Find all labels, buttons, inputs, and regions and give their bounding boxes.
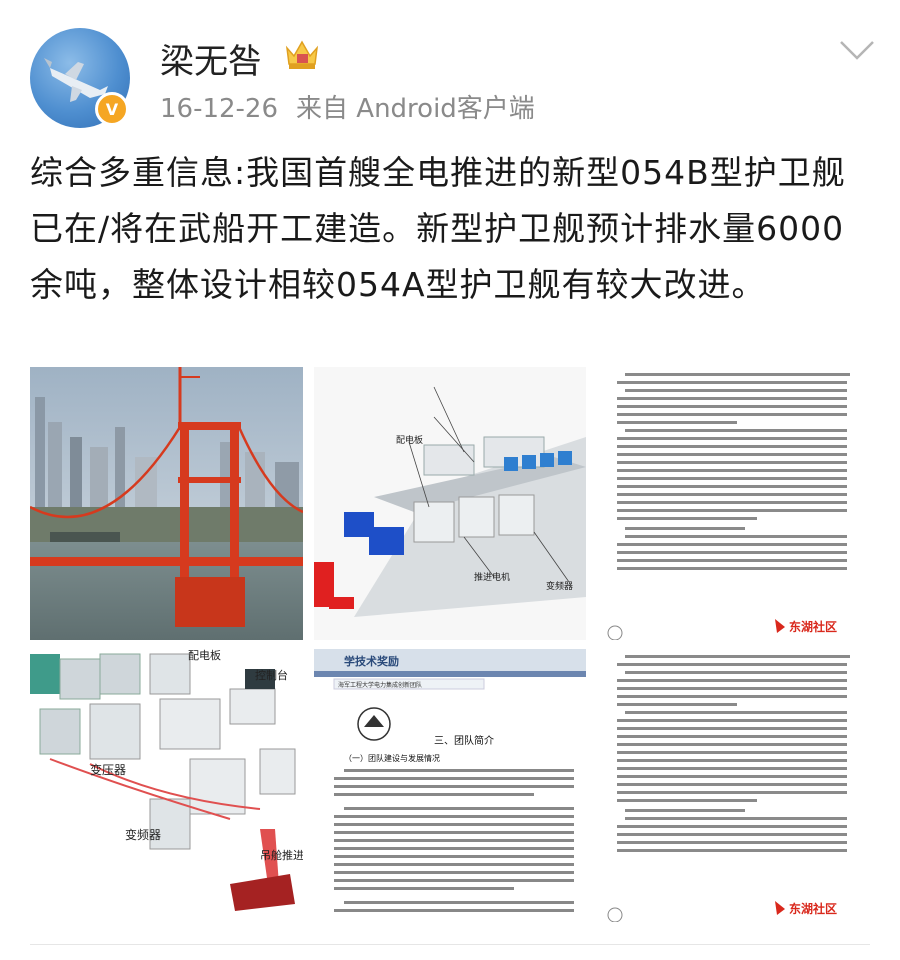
post-date: 16-12-26 xyxy=(160,94,279,124)
doc-subheader: 海军工程大学电力集成创新团队 xyxy=(338,681,422,689)
label-switchboard: 配电板 xyxy=(188,649,221,662)
username[interactable]: 梁无咎 xyxy=(160,34,262,83)
post-text: 综合多重信息:我国首艘全电推进的新型054B型护卫舰已在/将在武船开工建造。新型… xyxy=(30,153,846,304)
doc-header: 学技术奖励 xyxy=(344,654,399,668)
diagram-label-switchboard: 配电板 xyxy=(396,434,423,446)
label-transformer: 变压器 xyxy=(90,762,126,777)
divider xyxy=(30,944,870,945)
verified-badge-icon: V xyxy=(95,92,129,126)
svg-text:V: V xyxy=(106,100,119,119)
doc-subsection: （一）团队建设与发展情况 xyxy=(344,753,440,763)
diagram-label-motor: 推进电机 xyxy=(474,571,510,583)
document-page-1[interactable]: 东湖社区 xyxy=(597,367,870,640)
watermark-text: 东湖社区 xyxy=(789,619,837,634)
vip-crown-icon[interactable] xyxy=(283,34,321,72)
label-console: 控制台 xyxy=(255,668,288,682)
document-page-2[interactable]: 东湖社区 xyxy=(597,649,870,922)
post-source: 来自 Android客户端 xyxy=(296,94,535,124)
diagram-label-converter: 变频器 xyxy=(546,580,573,592)
doc-section: 三、团队简介 xyxy=(434,734,494,747)
ship-power-diagram[interactable]: 配电板 推进电机 变频器 xyxy=(314,367,586,640)
label-converter: 变频器 xyxy=(125,827,161,842)
chevron-down-icon[interactable] xyxy=(838,38,876,62)
watermark-text: 东湖社区 xyxy=(789,901,837,916)
bridge-photo[interactable] xyxy=(30,367,303,640)
power-system-diagram[interactable]: 配电板 控制台 变压器 变频器 吊舱推进器 xyxy=(30,649,303,922)
post-meta: 16-12-26 来自 Android客户端 xyxy=(160,88,535,125)
post-header: V 梁无咎 16-12-26 来自 Android客户端 xyxy=(0,0,900,135)
label-pod-propulsor: 吊舱推进器 xyxy=(260,848,303,862)
award-document[interactable]: 学技术奖励 海军工程大学电力集成创新团队 三、团队简介 （一）团队建设与发展情况 xyxy=(314,649,586,922)
image-grid: 配电板 推进电机 变频器 东湖社区 配电板 控制台 变压器 变频器 吊舱推进 学… xyxy=(30,367,870,922)
